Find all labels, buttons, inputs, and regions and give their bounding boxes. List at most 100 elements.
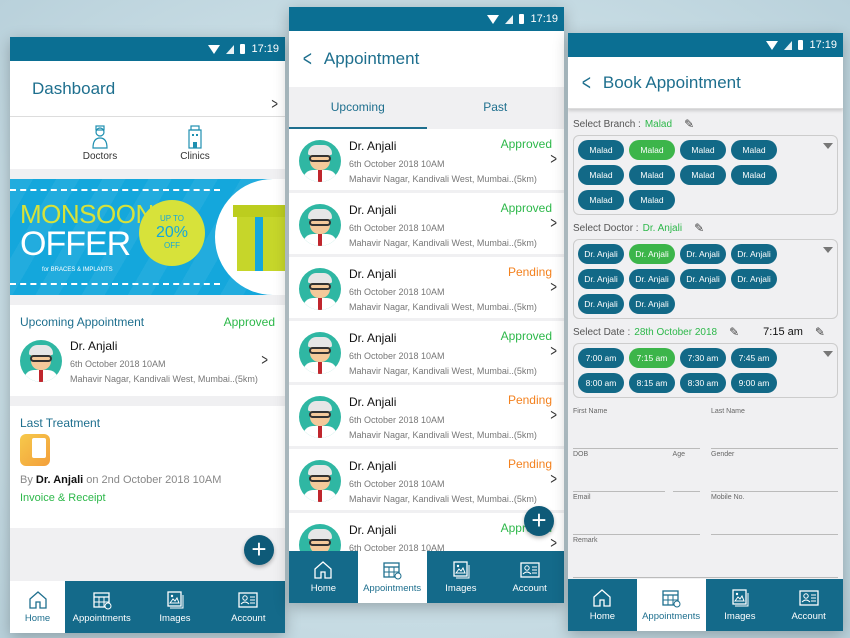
chevron-right-icon[interactable]: >	[550, 151, 557, 169]
chevron-right-icon[interactable]: >	[550, 343, 557, 361]
nav-account[interactable]: Account	[774, 579, 843, 631]
time-chip[interactable]: 7:30 am	[680, 348, 726, 368]
time-chip[interactable]: 8:30 am	[680, 373, 726, 393]
branch-chip[interactable]: Malad	[731, 165, 777, 185]
appointment-list-item[interactable]: Dr. Anjali6th October 2018 10AMMahavir N…	[289, 385, 564, 446]
branch-chip[interactable]: Malad	[629, 140, 675, 160]
chevron-right-icon[interactable]: >	[261, 352, 268, 370]
chevron-right-icon[interactable]: >	[550, 471, 557, 489]
back-icon[interactable]: <	[582, 70, 591, 96]
chevron-right-icon[interactable]: >	[550, 535, 557, 553]
remark-field[interactable]: Remark	[573, 535, 838, 578]
chevron-right-icon[interactable]: >	[550, 407, 557, 425]
nav-appointments[interactable]: Appointments	[357, 551, 427, 603]
nav-home[interactable]: Home	[568, 579, 637, 631]
gender-field[interactable]: Gender	[711, 449, 838, 492]
status-badge: Approved	[500, 137, 552, 151]
doctor-chip[interactable]: Dr. Anjali	[578, 294, 624, 314]
time-chip[interactable]: 8:00 am	[578, 373, 624, 393]
appointment-list-item[interactable]: Dr. Anjali6th October 2018 10AMMahavir N…	[289, 129, 564, 190]
home-icon	[593, 589, 612, 607]
appointment-list-item[interactable]: Dr. Anjali6th October 2018 10AMMahavir N…	[289, 449, 564, 510]
offer-banner[interactable]: MONSOON OFFER for BRACES & IMPLANTS UP T…	[10, 179, 285, 295]
last-treatment-card[interactable]: Last Treatment By Dr. Anjali on 2nd Octo…	[10, 96, 285, 528]
chevron-right-icon[interactable]: >	[550, 279, 557, 297]
status-badge: Approved	[223, 315, 275, 329]
branch-chip[interactable]: Malad	[578, 190, 624, 210]
doctor-chip[interactable]: Dr. Anjali	[629, 244, 675, 264]
time-chip[interactable]: 7:15 am	[629, 348, 675, 368]
branch-chip[interactable]: Malad	[629, 190, 675, 210]
chevron-right-icon[interactable]: >	[271, 96, 278, 114]
nav-account[interactable]: Account	[212, 581, 285, 633]
doctor-chip[interactable]: Dr. Anjali	[680, 269, 726, 289]
mobile-field[interactable]: Mobile No.	[711, 492, 838, 535]
last-name-field[interactable]: Last Name	[711, 406, 838, 449]
appointment-date: 6th October 2018 10AM	[349, 479, 445, 490]
banner-line3: for BRACES & IMPLANTS	[42, 267, 113, 273]
branch-chip[interactable]: Malad	[680, 140, 726, 160]
nav-images[interactable]: Images	[427, 551, 496, 603]
page-title: Book Appointment	[602, 72, 741, 92]
appointment-address: Mahavir Nagar, Kandivali West, Mumbai..(…	[349, 365, 537, 376]
doctor-icon	[92, 124, 108, 149]
time-chip[interactable]: 7:45 am	[731, 348, 777, 368]
images-icon	[167, 591, 184, 609]
dropdown-caret-icon[interactable]	[823, 247, 833, 253]
nav-account[interactable]: Account	[495, 551, 564, 603]
edit-pencil-icon[interactable]: ✎	[694, 221, 704, 235]
dropdown-caret-icon[interactable]	[823, 351, 833, 357]
edit-pencil-icon[interactable]: ✎	[684, 117, 694, 131]
dropdown-caret-icon[interactable]	[823, 143, 833, 149]
battery-icon	[519, 14, 525, 24]
time-chip[interactable]: 9:00 am	[731, 373, 777, 393]
doctor-chip[interactable]: Dr. Anjali	[629, 294, 675, 314]
battery-icon	[798, 40, 804, 50]
quick-link-doctors[interactable]: Doctors	[73, 124, 128, 162]
signal-icon	[226, 44, 235, 54]
quick-link-clinics[interactable]: Clinics	[168, 124, 223, 162]
add-button[interactable]: +	[244, 535, 274, 565]
nav-home[interactable]: Home	[10, 581, 65, 633]
branch-chip[interactable]: Malad	[629, 165, 675, 185]
nav-appointments[interactable]: Appointments	[636, 579, 706, 631]
nav-appointments[interactable]: Appointments	[65, 581, 138, 633]
calendar-icon	[662, 590, 681, 608]
branch-chip[interactable]: Malad	[731, 140, 777, 160]
doctor-avatar	[20, 340, 62, 383]
time-chip[interactable]: 8:15 am	[629, 373, 675, 393]
tab-past[interactable]: Past	[427, 87, 565, 129]
first-name-field[interactable]: First Name	[573, 406, 700, 449]
email-field[interactable]: Email	[573, 492, 700, 535]
appointment-list-item[interactable]: Dr. Anjali6th October 2018 10AMMahavir N…	[289, 193, 564, 254]
appointment-list-item[interactable]: Dr. Anjali6th October 2018 10AMMahavir N…	[289, 257, 564, 318]
images-icon	[453, 561, 470, 579]
branch-chip[interactable]: Malad	[680, 165, 726, 185]
back-icon[interactable]: <	[303, 46, 312, 72]
tab-bar: Upcoming Past	[289, 87, 564, 129]
time-chip[interactable]: 7:00 am	[578, 348, 624, 368]
upcoming-appointment-card[interactable]: Upcoming Appointment Approved Dr. Anjali…	[10, 305, 285, 396]
status-badge: Pending	[507, 393, 552, 407]
branch-chip[interactable]: Malad	[578, 165, 624, 185]
add-button[interactable]: +	[524, 506, 554, 536]
branch-chip[interactable]: Malad	[578, 140, 624, 160]
nav-home[interactable]: Home	[289, 551, 358, 603]
chevron-right-icon[interactable]: >	[550, 215, 557, 233]
doctor-chip[interactable]: Dr. Anjali	[680, 244, 726, 264]
edit-pencil-icon[interactable]: ✎	[815, 325, 825, 339]
appointment-list-item[interactable]: Dr. Anjali6th October 2018 10AMMahavir N…	[289, 321, 564, 382]
doctor-chip[interactable]: Dr. Anjali	[578, 269, 624, 289]
dob-field[interactable]: DOB	[573, 449, 665, 492]
edit-pencil-icon[interactable]: ✎	[729, 325, 739, 339]
doctor-chip[interactable]: Dr. Anjali	[578, 244, 624, 264]
doctor-chip[interactable]: Dr. Anjali	[731, 244, 777, 264]
selected-doctor: Dr. Anjali	[642, 222, 683, 234]
doctor-chip[interactable]: Dr. Anjali	[629, 269, 675, 289]
age-field[interactable]: Age	[672, 449, 700, 492]
nav-images[interactable]: Images	[138, 581, 211, 633]
nav-images[interactable]: Images	[706, 579, 775, 631]
invoice-receipt-link[interactable]: Invoice & Receipt	[20, 492, 275, 504]
tab-upcoming[interactable]: Upcoming	[289, 87, 427, 129]
doctor-chip[interactable]: Dr. Anjali	[731, 269, 777, 289]
